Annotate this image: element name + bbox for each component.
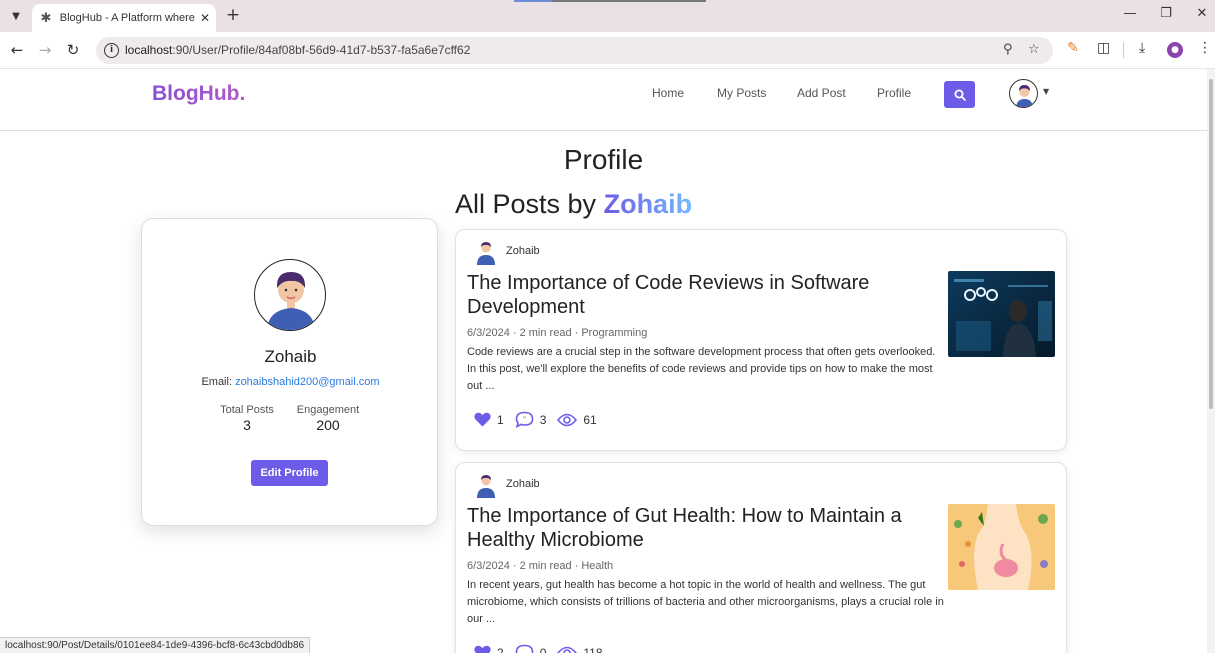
url-host: localhost: [125, 43, 173, 57]
post-stats: 2 0 118: [474, 644, 614, 653]
browser-tabstrip: ▼ ✱ BlogHub - A Platform where you ✕ + —…: [0, 0, 1215, 32]
back-arrow-icon[interactable]: ←: [8, 41, 26, 59]
post-meta: 6/3/2024 · 2 min read · Programming: [467, 327, 648, 339]
reload-icon[interactable]: ↻: [64, 41, 82, 59]
heart-icon: [474, 645, 491, 653]
search-icon: [954, 89, 966, 101]
tab-close-icon[interactable]: ✕: [200, 11, 210, 25]
minimize-icon[interactable]: —: [1120, 6, 1140, 21]
heart-icon: [474, 412, 491, 427]
tab-search-chevron-icon[interactable]: ▼: [6, 6, 26, 26]
post-stats: 1 ” 3 61: [474, 411, 608, 428]
email-label: Email:: [201, 376, 232, 388]
extension-pen-icon[interactable]: ✎: [1067, 40, 1079, 56]
engagement-stat: Engagement 200: [294, 404, 362, 433]
user-avatar[interactable]: [1009, 79, 1038, 108]
scrollbar-thumb[interactable]: [1209, 79, 1213, 409]
total-posts-value: 3: [243, 417, 251, 433]
profile-card: Zohaib Email: zohaibshahid200@gmail.com …: [141, 218, 438, 526]
post-title[interactable]: The Importance of Gut Health: How to Mai…: [467, 504, 937, 552]
toolbar-separator: [1123, 42, 1124, 58]
post-card[interactable]: Zohaib The Importance of Gut Health: How…: [455, 462, 1067, 653]
profile-avatar: [254, 259, 326, 331]
post-card[interactable]: Zohaib The Importance of Code Reviews in…: [455, 229, 1067, 451]
likes-count: 2: [497, 645, 504, 653]
comment-icon: [515, 644, 533, 653]
comment-icon: ”: [515, 411, 533, 428]
views-count: 118: [583, 645, 603, 653]
likes-stat[interactable]: 2: [474, 645, 504, 653]
post-author[interactable]: Zohaib: [506, 245, 540, 257]
extensions-puzzle-icon[interactable]: ◫: [1097, 40, 1110, 56]
new-tab-plus-icon[interactable]: +: [224, 6, 242, 24]
total-posts-stat: Total Posts 3: [219, 404, 275, 433]
site-navbar: BlogHub. Home My Posts Add Post Profile …: [0, 69, 1207, 131]
posts-heading-prefix: All Posts by: [455, 189, 597, 219]
engagement-label: Engagement: [296, 404, 360, 416]
views-stat: 61: [557, 412, 597, 427]
page-content: BlogHub. Home My Posts Add Post Profile …: [0, 69, 1207, 653]
brand-logo[interactable]: BlogHub.: [152, 82, 245, 106]
author-avatar: [477, 475, 495, 498]
page-scrollbar[interactable]: [1207, 69, 1215, 653]
user-menu-caret-icon[interactable]: ▼: [1043, 87, 1049, 96]
total-posts-label: Total Posts: [220, 404, 274, 416]
engagement-value: 200: [316, 417, 340, 433]
restore-icon[interactable]: ❐: [1156, 6, 1176, 21]
post-meta: 6/3/2024 · 2 min read · Health: [467, 560, 614, 572]
eye-icon: [557, 413, 578, 426]
email-link[interactable]: zohaibshahid200@gmail.com: [235, 376, 379, 388]
site-info-icon[interactable]: i: [104, 43, 119, 58]
nav-link-profile[interactable]: Profile: [877, 86, 911, 100]
post-title[interactable]: The Importance of Code Reviews in Softwa…: [467, 271, 937, 319]
author-avatar: [477, 242, 495, 265]
browser-menu-icon[interactable]: ⋮: [1198, 40, 1212, 56]
post-excerpt: Code reviews are a crucial step in the s…: [467, 346, 936, 392]
site-favicon-icon: ✱: [40, 10, 52, 26]
search-button[interactable]: [944, 81, 975, 108]
post-excerpt: In recent years, gut health has become a…: [467, 579, 944, 625]
profile-name: Zohaib: [264, 347, 317, 366]
nav-link-add-post[interactable]: Add Post: [797, 86, 846, 100]
eye-icon: [557, 646, 578, 653]
forward-arrow-icon[interactable]: →: [36, 41, 54, 59]
views-count: 61: [583, 412, 597, 427]
tab-drag-indicator: [514, 0, 706, 2]
svg-text:”: ”: [522, 416, 526, 424]
page-title: Profile: [563, 144, 644, 175]
views-stat: 118: [557, 645, 603, 653]
profile-email-row: Email: zohaibshahid200@gmail.com: [142, 376, 439, 388]
zoom-icon[interactable]: ⚲: [1003, 42, 1013, 57]
tab-title: BlogHub - A Platform where you: [59, 12, 196, 24]
posts-heading: All Posts by Zohaib: [455, 189, 692, 220]
bookmark-star-icon[interactable]: ☆: [1028, 42, 1040, 57]
comments-count: 3: [539, 412, 547, 427]
nav-link-my-posts[interactable]: My Posts: [717, 86, 766, 100]
browser-toolbar: ← → ↻ i localhost:90/User/Profile/84af08…: [0, 32, 1215, 69]
browser-tab[interactable]: ✱ BlogHub - A Platform where you ✕: [32, 4, 216, 32]
download-icon[interactable]: ⤓: [1139, 40, 1145, 56]
likes-stat[interactable]: 1: [474, 412, 504, 427]
comments-stat[interactable]: 0: [515, 644, 547, 653]
edit-profile-button[interactable]: Edit Profile: [251, 460, 328, 486]
browser-profile-avatar[interactable]: ●: [1167, 42, 1183, 58]
post-thumbnail[interactable]: [948, 271, 1055, 357]
url-path: :90/User/Profile/84af08bf-56d9-41d7-b537…: [172, 43, 471, 57]
comments-stat[interactable]: ” 3: [515, 411, 547, 428]
window-close-icon[interactable]: ✕: [1192, 6, 1212, 21]
comments-count: 0: [539, 645, 547, 653]
address-bar[interactable]: i localhost:90/User/Profile/84af08bf-56d…: [96, 37, 1053, 64]
link-status-bar: localhost:90/Post/Details/0101ee84-1de9-…: [0, 637, 311, 653]
post-thumbnail[interactable]: [948, 504, 1055, 590]
url-text[interactable]: localhost:90/User/Profile/84af08bf-56d9-…: [125, 43, 470, 57]
post-author[interactable]: Zohaib: [506, 478, 540, 490]
nav-link-home[interactable]: Home: [652, 86, 684, 100]
posts-heading-author: Zohaib: [603, 189, 693, 219]
likes-count: 1: [497, 412, 504, 427]
